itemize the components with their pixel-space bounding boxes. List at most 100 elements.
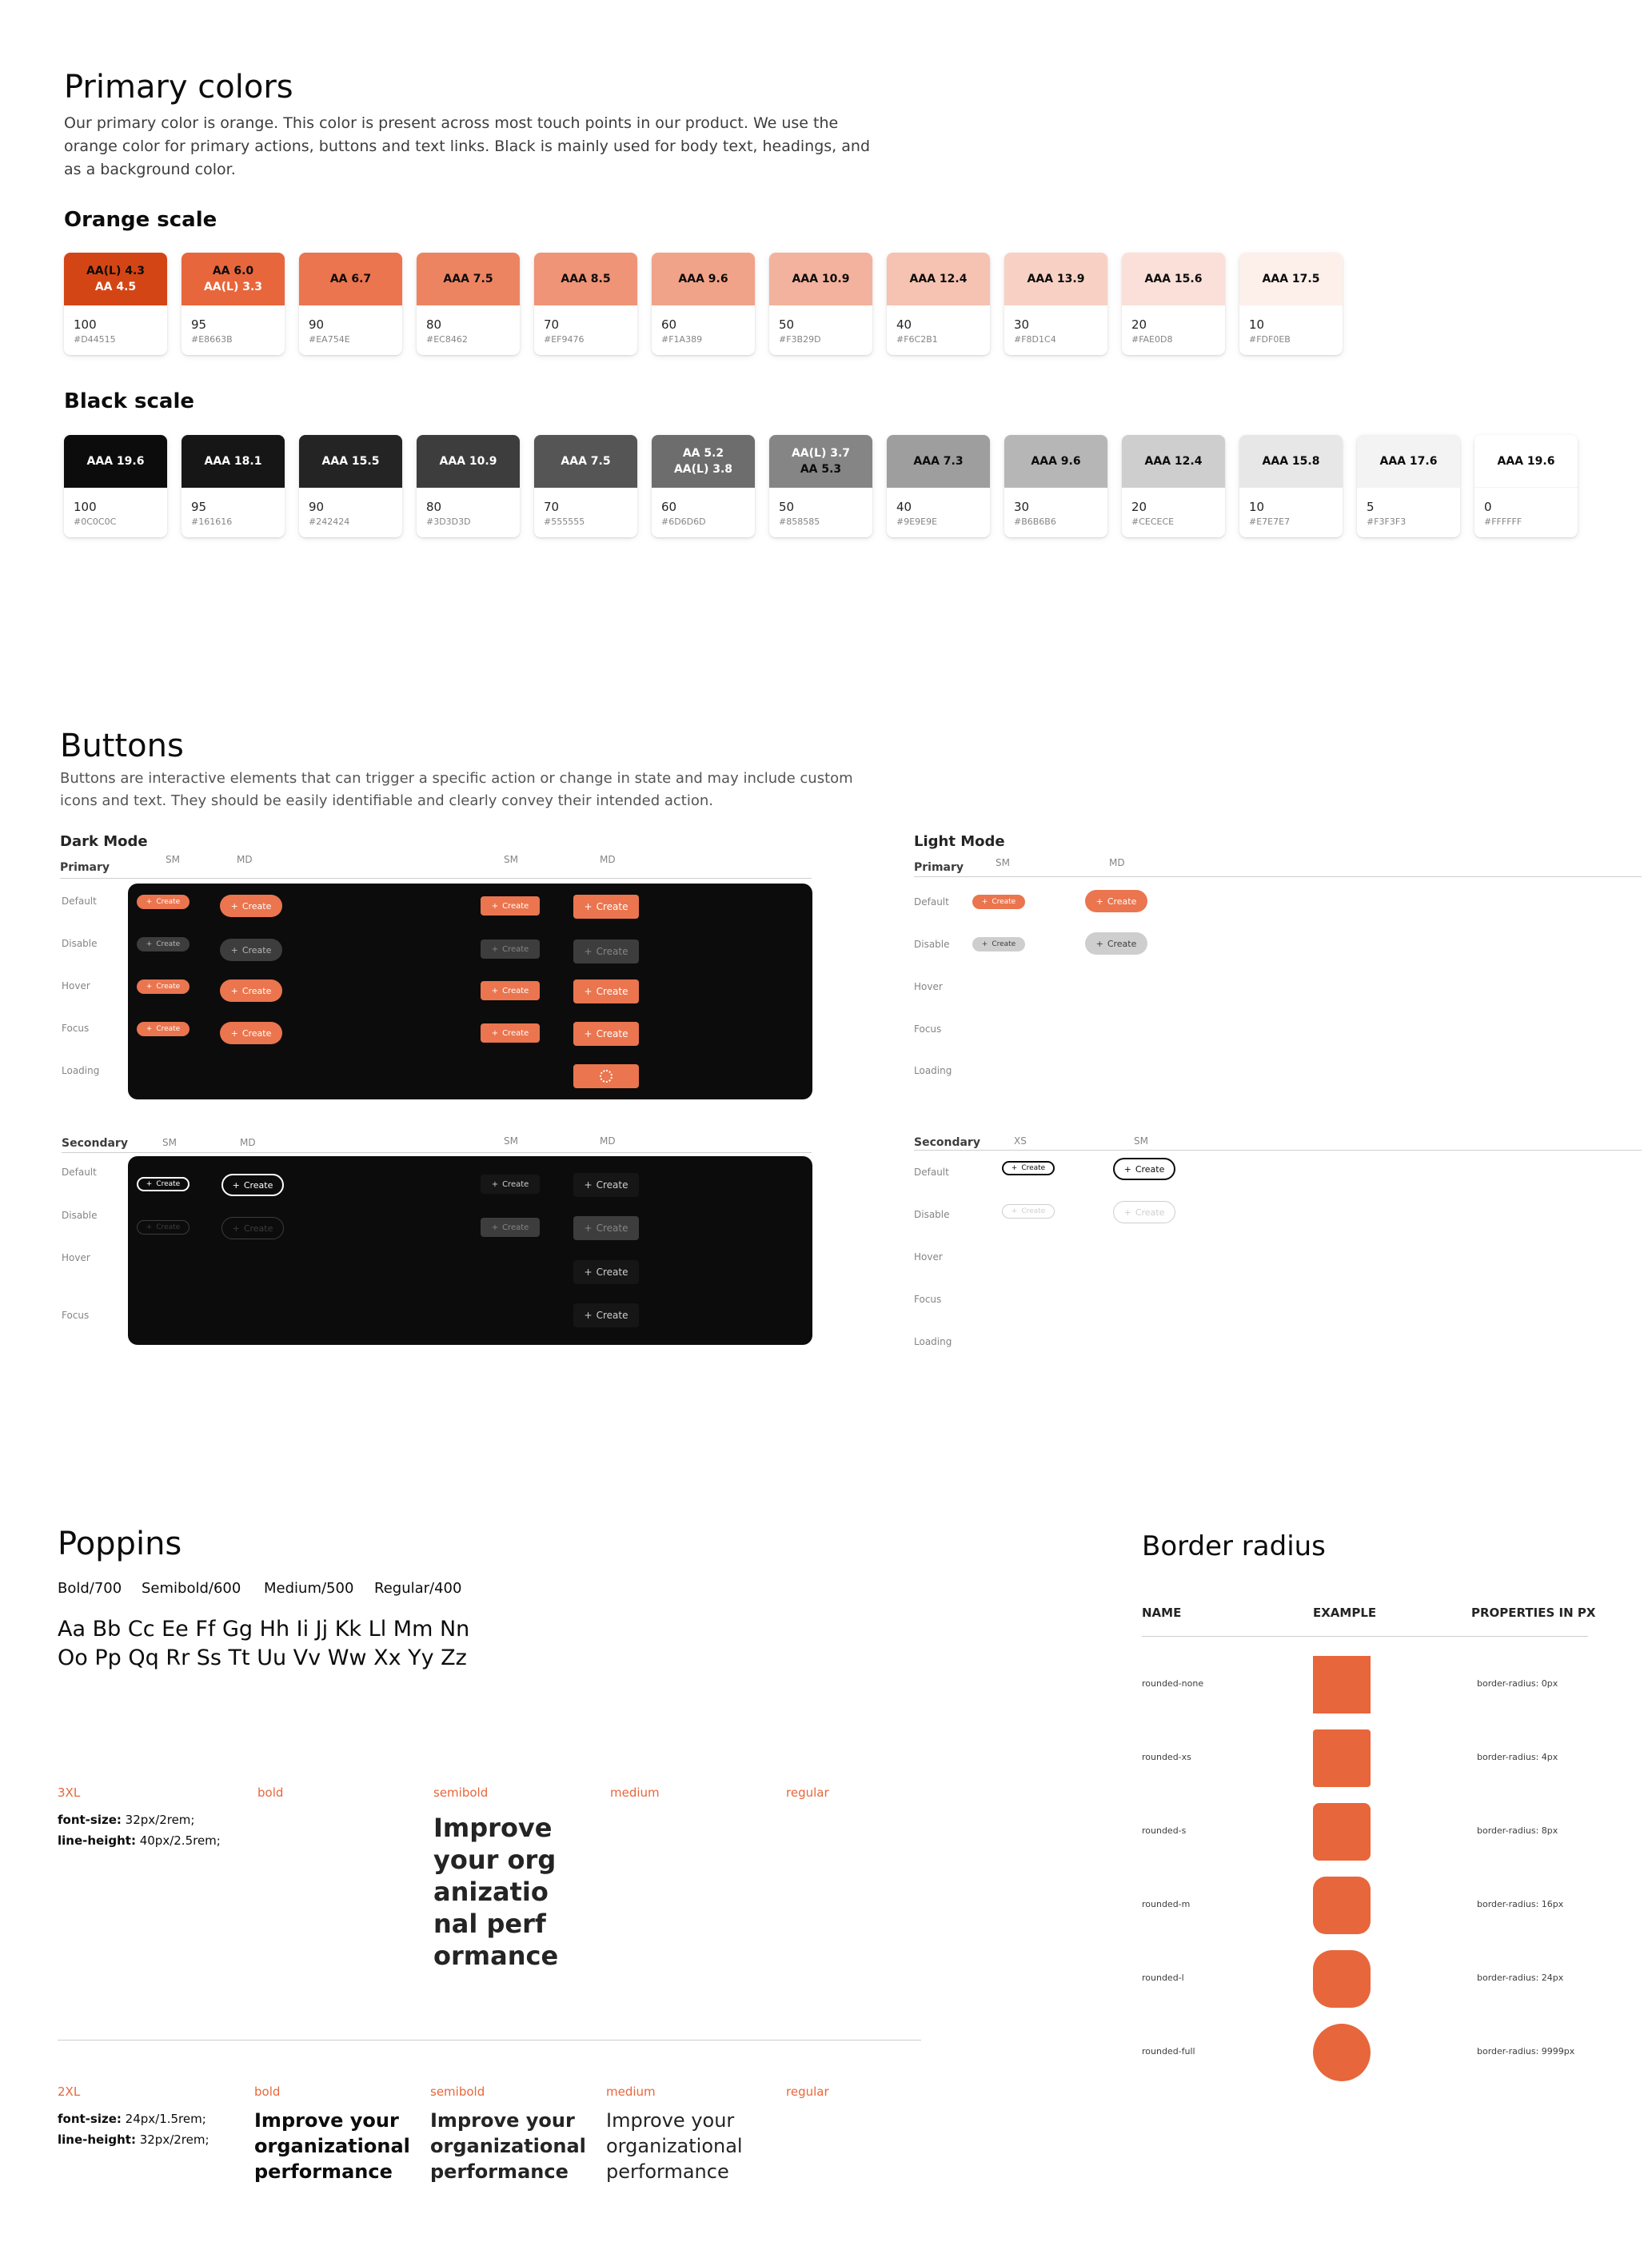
black-swatch-5: AAA 17.6 5 #F3F3F3 xyxy=(1357,435,1460,537)
light-sec-row-loading: Loading xyxy=(914,1336,952,1347)
dark-primary-md-rect-default-button[interactable]: + Create xyxy=(573,895,639,919)
swatch-hex: #555555 xyxy=(544,517,585,527)
br-name-rounded-l: rounded-l xyxy=(1142,1973,1184,1983)
contrast-rating: AAA 17.6 xyxy=(1379,455,1438,468)
dark-secondary-md-default-button[interactable]: + Create xyxy=(221,1174,284,1196)
black-swatch-60: AA 5.2 AA(L) 3.8 60 #6D6D6D xyxy=(652,435,755,537)
br-header-example: EXAMPLE xyxy=(1313,1606,1377,1620)
swatch-hex: #EA754E xyxy=(309,334,350,345)
dark-primary-sm-hover-button[interactable]: + Create xyxy=(137,979,190,994)
plus-icon: + xyxy=(1123,1207,1131,1218)
dark-secondary-md-focus-button[interactable]: + Create xyxy=(573,1303,639,1327)
button-label: Create xyxy=(502,944,529,954)
light-primary-sm-default-button[interactable]: + Create xyxy=(972,895,1025,909)
dark-primary-md-hover-button[interactable]: + Create xyxy=(220,979,282,1002)
br-name-rounded-m: rounded-m xyxy=(1142,1899,1191,1909)
button-label: Create xyxy=(596,1310,628,1321)
button-label: Create xyxy=(502,1179,529,1189)
dark-secondary-md-rect-default-button[interactable]: + Create xyxy=(573,1173,639,1197)
swatch-value: 100 xyxy=(74,500,97,514)
swatch-hex: #F8D1C4 xyxy=(1014,334,1056,345)
size-3xl-col-bold: bold xyxy=(257,1785,284,1800)
swatch-meta: 30 #F8D1C4 xyxy=(1004,305,1107,347)
dark-primary-col-sm-2: SM xyxy=(504,854,518,865)
light-secondary-sm-default-button[interactable]: + Create xyxy=(1113,1158,1175,1180)
light-sec-row-default: Default xyxy=(914,1167,949,1178)
swatch-color-block: AAA 7.5 xyxy=(534,435,637,488)
swatch-color-block: AAA 10.9 xyxy=(769,253,872,305)
plus-icon: + xyxy=(146,898,153,906)
dark-sec-row-disable: Disable xyxy=(62,1210,98,1221)
dark-primary-divider xyxy=(60,878,812,879)
dark-row-loading: Loading xyxy=(62,1065,100,1076)
swatch-value: 60 xyxy=(661,500,677,514)
dark-secondary-divider xyxy=(62,1152,812,1153)
dark-primary-sm-rect-focus-button[interactable]: + Create xyxy=(481,1023,540,1043)
dark-secondary-md-hover-button[interactable]: + Create xyxy=(573,1260,639,1284)
swatch-hex: #D44515 xyxy=(74,334,116,345)
contrast-rating-secondary: AA(L) 3.8 xyxy=(673,463,733,476)
br-header-divider xyxy=(1142,1636,1588,1637)
size-3xl-col-semibold: semibold xyxy=(433,1785,489,1800)
button-label: Create xyxy=(156,1180,181,1188)
contrast-rating: AAA 13.9 xyxy=(1027,273,1085,285)
black-swatch-40: AAA 7.3 40 #9E9E9E xyxy=(887,435,990,537)
swatch-meta: 5 #F3F3F3 xyxy=(1357,488,1460,529)
contrast-rating: AAA 9.6 xyxy=(678,273,728,285)
plus-icon: + xyxy=(584,1310,593,1321)
dark-primary-md-rect-focus-button[interactable]: + Create xyxy=(573,1022,639,1046)
light-secondary-sm-disable-button: + Create xyxy=(1113,1201,1175,1223)
dark-primary-md-loading-button[interactable] xyxy=(573,1064,639,1088)
br-example-rounded-none xyxy=(1313,1656,1371,1713)
plus-icon: + xyxy=(146,940,153,948)
weight-medium: Medium/500 xyxy=(264,1580,354,1597)
button-label: Create xyxy=(596,1179,628,1191)
swatch-color-block: AA(L) 4.3 AA 4.5 xyxy=(64,253,167,305)
plus-icon: + xyxy=(1011,1207,1018,1215)
swatch-value: 100 xyxy=(74,317,97,332)
orange-swatch-10: AAA 17.5 10 #FDF0EB xyxy=(1239,253,1343,355)
size-2xl-col-regular: regular xyxy=(786,2084,829,2099)
dark-primary-sm-default-button[interactable]: + Create xyxy=(137,895,190,909)
dark-primary-col-md: MD xyxy=(237,854,253,865)
dark-primary-md-focus-button[interactable]: + Create xyxy=(220,1022,282,1044)
dark-primary-sm-focus-button[interactable]: + Create xyxy=(137,1022,190,1036)
swatch-hex: #161616 xyxy=(191,517,233,527)
button-label: Create xyxy=(241,900,272,912)
dark-primary-sm-rect-disable-button: + Create xyxy=(481,939,540,959)
button-label: Create xyxy=(502,1223,529,1232)
dark-primary-sm-rect-hover-button[interactable]: + Create xyxy=(481,981,540,1000)
dark-primary-md-rect-disable-button: + Create xyxy=(573,939,639,963)
light-secondary-xs-default-button[interactable]: + Create xyxy=(1002,1161,1055,1175)
swatch-hex: #EC8462 xyxy=(426,334,468,345)
black-swatch-100: AAA 19.6 100 #0C0C0C xyxy=(64,435,167,537)
swatch-meta: 90 #242424 xyxy=(299,488,402,529)
br-header-properties: PROPERTIES IN PX xyxy=(1471,1606,1596,1620)
light-primary-col-sm: SM xyxy=(996,857,1010,868)
dark-primary-md-rect-hover-button[interactable]: + Create xyxy=(573,979,639,1003)
swatch-value: 70 xyxy=(544,500,560,514)
light-sec-row-disable: Disable xyxy=(914,1209,950,1220)
size-3xl-specs: font-size: 32px/2rem; line-height: 40px/… xyxy=(58,1813,221,1848)
light-row-focus: Focus xyxy=(914,1023,942,1035)
dark-primary-sm-rect-default-button[interactable]: + Create xyxy=(481,896,540,916)
swatch-value: 0 xyxy=(1484,500,1492,514)
contrast-rating: AA 5.2 xyxy=(682,447,724,460)
light-primary-col-md: MD xyxy=(1109,857,1125,868)
dark-secondary-sm-default-button[interactable]: + Create xyxy=(137,1177,190,1191)
button-label: Create xyxy=(241,1027,272,1039)
dark-primary-md-default-button[interactable]: + Create xyxy=(220,895,282,917)
button-label: Create xyxy=(1107,938,1137,949)
plus-icon: + xyxy=(1095,896,1103,907)
plus-icon: + xyxy=(232,1223,240,1234)
button-label: Create xyxy=(502,986,529,995)
br-example-rounded-xs xyxy=(1313,1729,1371,1787)
br-name-rounded-none: rounded-none xyxy=(1142,1678,1204,1689)
plus-icon: + xyxy=(584,1028,593,1039)
spinner-icon xyxy=(600,1070,613,1083)
dark-secondary-sm-rect-default-button[interactable]: + Create xyxy=(481,1175,540,1194)
light-primary-md-default-button[interactable]: + Create xyxy=(1085,890,1147,912)
swatch-meta: 70 #EF9476 xyxy=(534,305,637,347)
button-label: Create xyxy=(243,1223,273,1234)
swatch-hex: #B6B6B6 xyxy=(1014,517,1056,527)
